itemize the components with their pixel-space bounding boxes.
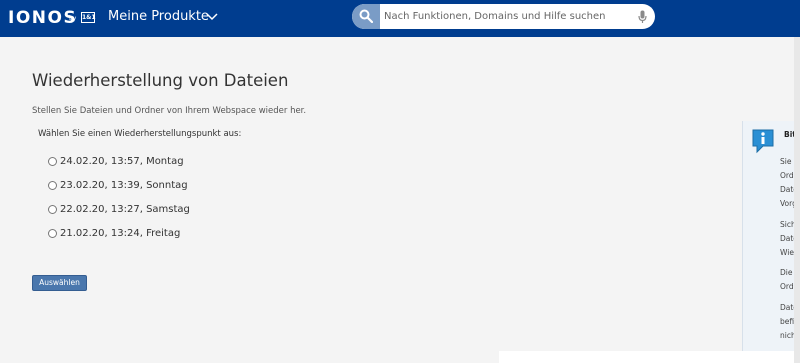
restore-point-label: 22.02.20, 13:27, Samstag [60, 203, 190, 215]
page-subtitle: Stellen Sie Dateien und Ordner von Ihrem… [32, 106, 307, 116]
info-line: Vorg [780, 199, 794, 208]
restore-point-radio[interactable] [48, 204, 57, 214]
info-speech-bubble-icon [752, 129, 774, 154]
info-line: Die W [780, 268, 794, 277]
search-input[interactable] [384, 7, 624, 26]
info-line: Date [780, 303, 794, 312]
info-line: befin [780, 317, 794, 326]
restore-point-label: 23.02.20, 13:39, Sonntag [60, 179, 188, 191]
scrollbar[interactable] [794, 37, 800, 363]
restore-point-label: 24.02.20, 13:57, Montag [60, 155, 184, 167]
microphone-icon[interactable] [638, 10, 647, 24]
restore-point-radio[interactable] [48, 228, 57, 238]
restore-point-radio[interactable] [48, 180, 57, 190]
my-products-menu[interactable]: Meine Produkte [108, 9, 209, 24]
info-paragraph: Siche Date Wied [780, 218, 794, 260]
select-button[interactable]: Auswählen [32, 275, 87, 291]
info-line: nicht [780, 331, 794, 340]
info-paragraph: Die W Ordn [780, 266, 794, 294]
info-line: Siche [780, 220, 794, 229]
info-box-title: Bitte [784, 130, 794, 139]
chevron-down-icon[interactable] [206, 12, 218, 22]
restore-point-option[interactable]: 24.02.20, 13:57, Montag [48, 154, 184, 168]
restore-point-option[interactable]: 21.02.20, 13:24, Freitag [48, 226, 180, 240]
info-line: Sie fi [780, 157, 794, 166]
logo-by-text: by [69, 15, 77, 22]
search-button[interactable] [352, 4, 380, 29]
search-icon [359, 9, 373, 23]
info-paragraph: Date befin nicht [780, 301, 794, 343]
info-box: Bitte Sie fi Ordn Date Vorg Siche Date W… [742, 121, 794, 351]
page-title: Wiederherstellung von Dateien [32, 71, 289, 90]
restore-point-option[interactable]: 23.02.20, 13:39, Sonntag [48, 178, 188, 192]
info-line: Date [780, 234, 794, 243]
restore-point-label: 21.02.20, 13:24, Freitag [60, 227, 181, 239]
info-line: Date [780, 185, 794, 194]
info-line: Ordn [780, 171, 794, 180]
info-line: Ordn [780, 282, 794, 291]
restore-point-option[interactable]: 22.02.20, 13:27, Samstag [48, 202, 190, 216]
info-line: Wied [780, 248, 794, 257]
restore-point-radio[interactable] [48, 156, 57, 166]
ionos-logo[interactable]: IONOS [8, 8, 77, 28]
info-paragraph: Sie fi Ordn Date Vorg [780, 155, 794, 211]
restore-point-prompt: Wählen Sie einen Wiederherstellungspunkt… [38, 129, 242, 139]
footer-panel [499, 351, 800, 363]
top-navigation-bar: IONOS by 1&1 Meine Produkte [0, 0, 800, 37]
brand-1und1-logo: 1&1 [81, 12, 96, 23]
search-bar [352, 4, 655, 29]
